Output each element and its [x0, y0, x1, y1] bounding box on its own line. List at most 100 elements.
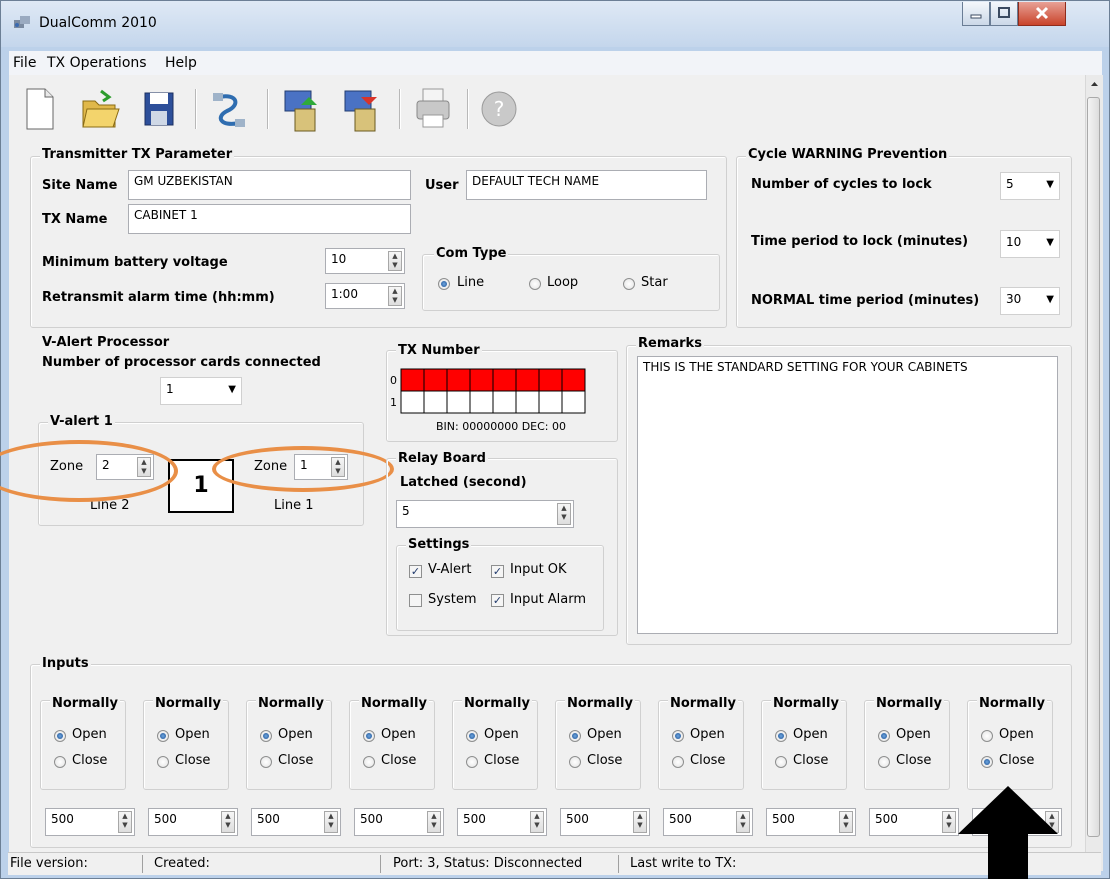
spinner-arrows-icon[interactable]: ▲ ▼	[839, 811, 853, 833]
input-open-radio[interactable]	[775, 730, 787, 742]
spinner-arrows-icon[interactable]: ▲ ▼	[118, 811, 132, 833]
cycles-to-lock-select[interactable]: 5 ▼	[1000, 172, 1060, 200]
input-open-radio[interactable]	[981, 730, 993, 742]
input-close-radio[interactable]	[363, 756, 375, 768]
input-close-radio[interactable]	[260, 756, 272, 768]
tx-bit-1-cell[interactable]	[538, 390, 563, 414]
input-open-radio[interactable]	[466, 730, 478, 742]
scroll-thumb[interactable]	[1087, 97, 1100, 837]
input-close-radio[interactable]	[878, 756, 890, 768]
new-button[interactable]	[17, 83, 61, 133]
download-button[interactable]	[339, 83, 383, 133]
com-star-radio[interactable]	[623, 278, 635, 290]
spinner-arrows-icon[interactable]: ▲ ▼	[530, 811, 544, 833]
input-group	[452, 700, 538, 790]
input-delay-spinner[interactable]: 500 ▲▼	[148, 808, 238, 836]
tx-bit-1-cell[interactable]	[400, 390, 425, 414]
input-close-radio[interactable]	[157, 756, 169, 768]
processor-cards-select[interactable]: 1 ▼	[160, 377, 242, 405]
spinner-arrows-icon[interactable]: ▲ ▼	[633, 811, 647, 833]
input-delay-spinner[interactable]: 500 ▲▼	[766, 808, 856, 836]
user-field[interactable]: DEFAULT TECH NAME	[466, 170, 707, 200]
input-open-radio[interactable]	[157, 730, 169, 742]
tx-bit-1-cell[interactable]	[446, 390, 471, 414]
input-alarm-checkbox[interactable]: ✓	[491, 594, 504, 607]
normal-period-select[interactable]: 30 ▼	[1000, 287, 1060, 315]
upload-button[interactable]	[279, 83, 323, 133]
tx-bit-0-cell[interactable]	[469, 368, 494, 392]
valert-checkbox[interactable]: ✓	[409, 565, 422, 578]
tx-bit-1-cell[interactable]	[423, 390, 448, 414]
line-1-label: Line 1	[274, 498, 314, 513]
tx-bit-0-cell[interactable]	[515, 368, 540, 392]
time-period-select[interactable]: 10 ▼	[1000, 230, 1060, 258]
menu-tx-operations[interactable]: TX Operations	[47, 55, 147, 71]
spinner-arrows-icon[interactable]: ▲ ▼	[427, 811, 441, 833]
menu-help[interactable]: Help	[165, 55, 197, 71]
input-close-radio[interactable]	[54, 756, 66, 768]
input-delay-spinner[interactable]: 500 ▲▼	[869, 808, 959, 836]
site-name-field[interactable]: GM UZBEKISTAN	[128, 170, 411, 200]
tx-name-field[interactable]: CABINET 1	[128, 204, 411, 234]
tx-bit-grid[interactable]	[400, 368, 588, 418]
upload-to-device-icon	[284, 90, 317, 132]
input-open-radio[interactable]	[569, 730, 581, 742]
tx-bit-0-cell[interactable]	[400, 368, 425, 392]
tx-bit-0-cell[interactable]	[538, 368, 563, 392]
print-button[interactable]	[411, 83, 455, 133]
spinner-arrows-icon[interactable]: ▲ ▼	[324, 811, 338, 833]
input-delay-spinner[interactable]: 500 ▲▼	[663, 808, 753, 836]
input-close-radio[interactable]	[466, 756, 478, 768]
input-ok-checkbox[interactable]: ✓	[491, 565, 504, 578]
spinner-arrows-icon[interactable]: ▲ ▼	[388, 286, 402, 306]
close-icon	[1035, 6, 1049, 20]
tx-bit-1-cell[interactable]	[561, 390, 586, 414]
spinner-arrows-icon[interactable]: ▲ ▼	[736, 811, 750, 833]
input-open-radio[interactable]	[363, 730, 375, 742]
menu-file[interactable]: File	[13, 55, 36, 71]
minimize-button[interactable]	[962, 2, 990, 26]
spinner-arrows-icon[interactable]: ▲ ▼	[557, 503, 571, 525]
tx-bit-1-cell[interactable]	[492, 390, 517, 414]
close-button[interactable]	[1018, 2, 1066, 26]
help-icon: ?	[481, 91, 517, 127]
input-delay-spinner[interactable]: 500 ▲▼	[45, 808, 135, 836]
input-open-label: Open	[72, 727, 107, 742]
tx-row-1-label: 1	[390, 396, 397, 409]
input-delay-spinner[interactable]: 500 ▲▼	[457, 808, 547, 836]
retransmit-spinner[interactable]: 1:00 ▲ ▼	[325, 283, 405, 309]
open-button[interactable]	[77, 83, 121, 133]
spinner-arrows-icon[interactable]: ▲ ▼	[388, 251, 402, 271]
input-close-radio[interactable]	[569, 756, 581, 768]
help-button[interactable]: ?	[477, 83, 521, 133]
input-open-radio[interactable]	[878, 730, 890, 742]
spinner-arrows-icon[interactable]: ▲ ▼	[942, 811, 956, 833]
input-close-label: Close	[999, 753, 1035, 768]
maximize-button[interactable]	[990, 2, 1018, 26]
spinner-arrows-icon[interactable]: ▲ ▼	[221, 811, 235, 833]
input-close-radio[interactable]	[672, 756, 684, 768]
remarks-textarea[interactable]: THIS IS THE STANDARD SETTING FOR YOUR CA…	[637, 356, 1058, 634]
site-name-label: Site Name	[42, 178, 118, 193]
input-open-radio[interactable]	[260, 730, 272, 742]
input-delay-spinner[interactable]: 500 ▲▼	[354, 808, 444, 836]
tx-bit-0-cell[interactable]	[446, 368, 471, 392]
input-open-radio[interactable]	[672, 730, 684, 742]
tx-bit-1-cell[interactable]	[469, 390, 494, 414]
com-loop-radio[interactable]	[529, 278, 541, 290]
input-delay-spinner[interactable]: 500 ▲▼	[560, 808, 650, 836]
tx-bit-0-cell[interactable]	[492, 368, 517, 392]
system-checkbox[interactable]	[409, 594, 422, 607]
input-open-radio[interactable]	[54, 730, 66, 742]
connect-button[interactable]	[207, 83, 251, 133]
com-line-radio[interactable]	[438, 278, 450, 290]
min-battery-spinner[interactable]: 10 ▲ ▼	[325, 248, 405, 274]
tx-bit-0-cell[interactable]	[561, 368, 586, 392]
input-delay-spinner[interactable]: 500 ▲▼	[251, 808, 341, 836]
input-close-radio[interactable]	[775, 756, 787, 768]
tx-bit-1-cell[interactable]	[515, 390, 540, 414]
tx-bit-0-cell[interactable]	[423, 368, 448, 392]
latched-spinner[interactable]: 5 ▲ ▼	[396, 500, 574, 528]
input-close-radio[interactable]	[981, 756, 993, 768]
save-button[interactable]	[137, 83, 181, 133]
